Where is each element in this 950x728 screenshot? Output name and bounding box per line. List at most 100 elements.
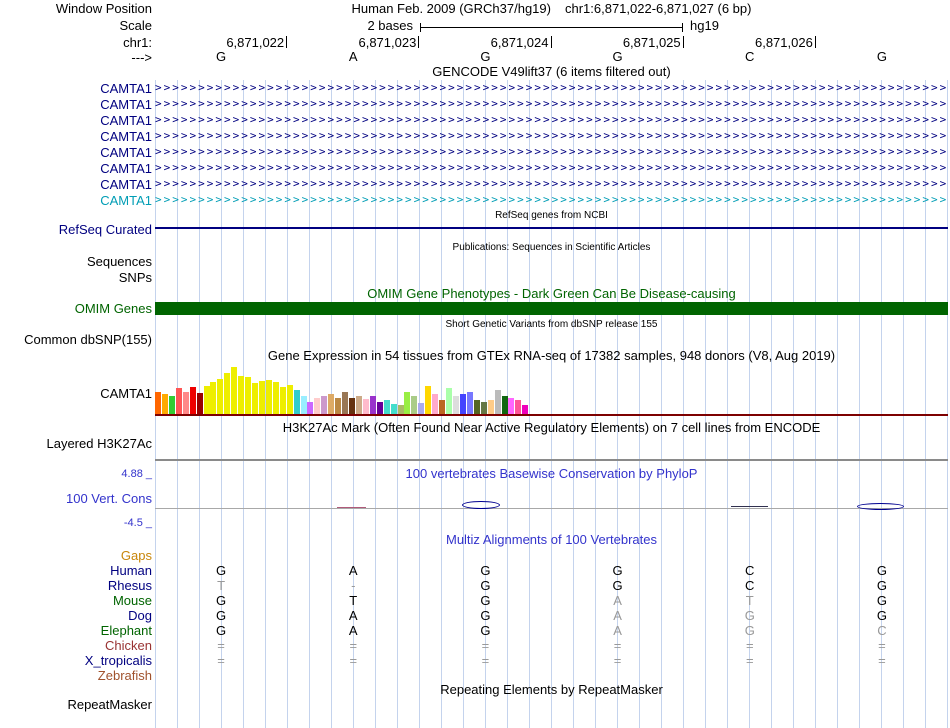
gtex-expression-bar[interactable] <box>321 396 327 414</box>
gene-label[interactable]: CAMTA1 <box>100 193 152 208</box>
gene-label[interactable]: CAMTA1 <box>100 97 152 112</box>
gtex-expression-bar[interactable] <box>335 398 341 414</box>
gtex-expression-bar[interactable] <box>474 400 480 414</box>
gtex-expression-bar[interactable] <box>245 377 251 414</box>
gtex-expression-bar[interactable] <box>515 400 521 414</box>
gtex-expression-bar[interactable] <box>314 398 320 414</box>
refseq-gene-line[interactable] <box>155 227 948 229</box>
gtex-expression-bar[interactable] <box>411 396 417 414</box>
gtex-expression-bar[interactable] <box>495 390 501 414</box>
species-label[interactable]: Chicken <box>105 638 152 653</box>
alignment-base: = <box>613 638 622 653</box>
gtex-expression-bar[interactable] <box>224 373 230 414</box>
refseq-curated-label[interactable]: RefSeq Curated <box>59 222 152 237</box>
gene-row[interactable]: CAMTA1 >>>>>>>>>>>>>>>>>>>>>>>>>>>>>>>>>>… <box>0 160 950 176</box>
species-label[interactable]: Mouse <box>113 593 152 608</box>
gtex-expression-bar[interactable] <box>508 398 514 414</box>
gene-row[interactable]: CAMTA1 >>>>>>>>>>>>>>>>>>>>>>>>>>>>>>>>>>… <box>0 80 950 96</box>
species-label[interactable]: X_tropicalis <box>85 653 152 668</box>
gtex-expression-bar[interactable] <box>197 393 203 414</box>
gtex-expression-bar[interactable] <box>363 399 369 414</box>
phylop-peak-2 <box>462 501 500 509</box>
gtex-expression-bar[interactable] <box>356 396 362 414</box>
gtex-expression-bar[interactable] <box>384 400 390 414</box>
gtex-expression-bar[interactable] <box>266 380 272 414</box>
gtex-expression-bar[interactable] <box>391 404 397 414</box>
gtex-expression-bar[interactable] <box>418 403 424 414</box>
layered-h3k27ac-label[interactable]: Layered H3K27Ac <box>46 436 152 451</box>
gtex-expression-bar[interactable] <box>467 392 473 414</box>
gtex-expression-bar[interactable] <box>370 396 376 414</box>
gtex-expression-bar[interactable] <box>488 400 494 414</box>
gtex-expression-bar[interactable] <box>210 382 216 414</box>
gtex-expression-bar[interactable] <box>176 388 182 414</box>
gene-strand-arrows[interactable]: >>>>>>>>>>>>>>>>>>>>>>>>>>>>>>>>>>>>>>>>… <box>155 160 947 176</box>
gene-label[interactable]: CAMTA1 <box>100 161 152 176</box>
gtex-expression-bar[interactable] <box>273 382 279 414</box>
gene-label[interactable]: CAMTA1 <box>100 129 152 144</box>
multiz-species-row: Rhesus T - G G C G <box>0 578 950 593</box>
gene-row[interactable]: CAMTA1 >>>>>>>>>>>>>>>>>>>>>>>>>>>>>>>>>>… <box>0 128 950 144</box>
snps-label[interactable]: SNPs <box>119 270 152 285</box>
gtex-bars[interactable] <box>155 360 948 414</box>
gtex-expression-bar[interactable] <box>439 400 445 414</box>
species-label[interactable]: Gaps <box>121 548 152 563</box>
gtex-expression-bar[interactable] <box>377 402 383 414</box>
gene-strand-arrows[interactable]: >>>>>>>>>>>>>>>>>>>>>>>>>>>>>>>>>>>>>>>>… <box>155 80 947 96</box>
gene-row[interactable]: CAMTA1 >>>>>>>>>>>>>>>>>>>>>>>>>>>>>>>>>>… <box>0 96 950 112</box>
repeatmasker-label[interactable]: RepeatMasker <box>67 697 152 712</box>
alignment-base: G <box>876 593 887 608</box>
gtex-expression-bar[interactable] <box>404 392 410 414</box>
gene-strand-arrows[interactable]: >>>>>>>>>>>>>>>>>>>>>>>>>>>>>>>>>>>>>>>>… <box>155 128 947 144</box>
base-letter: G <box>876 49 887 64</box>
gtex-expression-bar[interactable] <box>453 396 459 414</box>
gtex-expression-bar[interactable] <box>328 394 334 414</box>
gene-label[interactable]: CAMTA1 <box>100 145 152 160</box>
gtex-expression-bar[interactable] <box>238 376 244 414</box>
gene-strand-arrows[interactable]: >>>>>>>>>>>>>>>>>>>>>>>>>>>>>>>>>>>>>>>>… <box>155 176 947 192</box>
gene-row[interactable]: CAMTA1 >>>>>>>>>>>>>>>>>>>>>>>>>>>>>>>>>>… <box>0 176 950 192</box>
gtex-expression-bar[interactable] <box>155 392 161 414</box>
gene-row[interactable]: CAMTA1 >>>>>>>>>>>>>>>>>>>>>>>>>>>>>>>>>>… <box>0 112 950 128</box>
gtex-expression-bar[interactable] <box>162 394 168 414</box>
gene-strand-arrows[interactable]: >>>>>>>>>>>>>>>>>>>>>>>>>>>>>>>>>>>>>>>>… <box>155 144 947 160</box>
sequences-label[interactable]: Sequences <box>87 254 152 269</box>
gtex-gene-label[interactable]: CAMTA1 <box>100 386 152 401</box>
gtex-expression-bar[interactable] <box>280 387 286 414</box>
omim-genes-label[interactable]: OMIM Genes <box>75 301 152 316</box>
gtex-expression-bar[interactable] <box>432 394 438 414</box>
gtex-expression-bar[interactable] <box>294 390 300 414</box>
gtex-expression-bar[interactable] <box>460 394 466 414</box>
gene-label[interactable]: CAMTA1 <box>100 177 152 192</box>
gtex-expression-bar[interactable] <box>446 388 452 414</box>
gtex-expression-bar[interactable] <box>307 402 313 414</box>
gene-row[interactable]: CAMTA1 >>>>>>>>>>>>>>>>>>>>>>>>>>>>>>>>>>… <box>0 144 950 160</box>
gene-label[interactable]: CAMTA1 <box>100 81 152 96</box>
species-label[interactable]: Human <box>110 563 152 578</box>
gtex-expression-bar[interactable] <box>217 379 223 414</box>
gtex-expression-bar[interactable] <box>190 387 196 414</box>
species-label[interactable]: Rhesus <box>108 578 152 593</box>
gtex-expression-bar[interactable] <box>425 386 431 414</box>
common-dbsnp-label[interactable]: Common dbSNP(155) <box>24 332 152 347</box>
gtex-expression-bar[interactable] <box>231 367 237 414</box>
gtex-expression-bar[interactable] <box>287 385 293 414</box>
gtex-expression-bar[interactable] <box>349 398 355 414</box>
gtex-expression-bar[interactable] <box>342 392 348 414</box>
omim-gene-bar[interactable] <box>155 302 948 315</box>
gene-strand-arrows[interactable]: >>>>>>>>>>>>>>>>>>>>>>>>>>>>>>>>>>>>>>>>… <box>155 112 947 128</box>
gene-row[interactable]: CAMTA1 >>>>>>>>>>>>>>>>>>>>>>>>>>>>>>>>>>… <box>0 192 950 208</box>
gtex-expression-bar[interactable] <box>169 396 175 414</box>
gene-strand-arrows[interactable]: >>>>>>>>>>>>>>>>>>>>>>>>>>>>>>>>>>>>>>>>… <box>155 192 947 208</box>
gtex-expression-bar[interactable] <box>183 392 189 414</box>
gene-label[interactable]: CAMTA1 <box>100 113 152 128</box>
gtex-expression-bar[interactable] <box>481 402 487 414</box>
species-label[interactable]: Elephant <box>101 623 152 638</box>
gene-strand-arrows[interactable]: >>>>>>>>>>>>>>>>>>>>>>>>>>>>>>>>>>>>>>>>… <box>155 96 947 112</box>
gtex-expression-bar[interactable] <box>522 405 528 414</box>
gtex-expression-bar[interactable] <box>259 381 265 414</box>
phylop-track-label[interactable]: 100 Vert. Cons <box>66 491 152 506</box>
species-label[interactable]: Zebrafish <box>98 668 152 683</box>
species-label[interactable]: Dog <box>128 608 152 623</box>
gtex-expression-bar[interactable] <box>252 383 258 414</box>
